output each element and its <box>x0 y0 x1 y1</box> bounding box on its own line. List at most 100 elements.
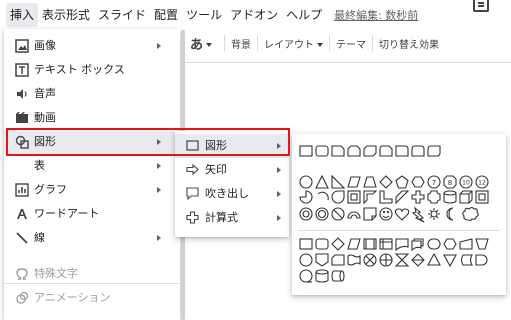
shape-plaque[interactable] <box>427 190 441 204</box>
shape-moon[interactable] <box>446 207 454 221</box>
shape-chord[interactable] <box>317 191 329 201</box>
input-tools-button[interactable]: あ <box>184 34 213 53</box>
shape-snip-round-rectangle[interactable] <box>379 145 393 157</box>
shape-cloud[interactable] <box>462 206 479 221</box>
shape-flowchart-extract[interactable] <box>427 252 441 266</box>
shape-can[interactable] <box>443 190 457 204</box>
submenu-item-shapes[interactable]: 図形 <box>175 134 289 158</box>
shape-bevel[interactable] <box>475 190 489 204</box>
shape-flowchart-internal-storage[interactable] <box>379 238 393 250</box>
shape-flowchart-multidocument[interactable] <box>411 238 424 252</box>
menu-bar: 挿入 表示形式 スライド 配置 ツール アドオン ヘルプ 最終編集: 数秒前 <box>0 0 511 30</box>
background-button[interactable]: 背景 <box>225 36 257 51</box>
shape-flowchart-collate[interactable] <box>394 253 410 267</box>
shape-flowchart-punched-tape[interactable] <box>347 254 361 266</box>
shape-cube[interactable] <box>459 190 473 204</box>
menu-item-shape[interactable]: 図形 <box>4 130 180 154</box>
shape-frame[interactable] <box>347 190 361 204</box>
shape-no-symbol[interactable] <box>315 207 329 221</box>
shape-donut[interactable] <box>299 207 313 221</box>
menu-item-wordart[interactable]: ワードアート <box>4 202 180 226</box>
shape-flowchart-sort[interactable] <box>411 253 425 267</box>
shape-octagon[interactable]: 8 <box>443 175 457 189</box>
submenu-item-equations[interactable]: 計算式 <box>175 206 289 230</box>
submenu-item-arrows[interactable]: 矢印 <box>175 158 289 182</box>
shape-right-triangle[interactable] <box>331 174 346 189</box>
shape-flowchart-sequential-access-storage[interactable] <box>299 269 313 283</box>
shape-flowchart-preparation[interactable] <box>443 238 457 250</box>
shape-heptagon[interactable]: 7 <box>427 175 441 189</box>
shape-dodecagon[interactable]: 12 <box>475 175 489 189</box>
shape-lightning-bolt[interactable] <box>411 206 425 223</box>
shape-snip-corner-rectangle[interactable] <box>331 145 345 157</box>
shape-flowchart-process[interactable] <box>299 238 313 250</box>
comment-icon[interactable] <box>473 0 489 12</box>
shape-snip-same-side-rectangle[interactable] <box>347 145 361 157</box>
shape-round-diagonal-rectangle[interactable] <box>427 145 441 157</box>
shape-flowchart-magnetic-disk[interactable] <box>315 269 329 283</box>
shape-flowchart-connector[interactable] <box>299 253 313 267</box>
menu-item-line[interactable]: 線 <box>4 226 180 250</box>
menu-item-image[interactable]: 画像 <box>4 34 180 58</box>
shape-diagonal-stripe[interactable] <box>395 190 410 205</box>
menu-slide[interactable]: スライド <box>94 3 150 27</box>
shape-flowchart-summing-junction[interactable] <box>363 253 377 267</box>
shape-flowchart-merge[interactable] <box>443 254 457 268</box>
shape-flowchart-alternate-process[interactable] <box>315 238 329 250</box>
shape-pentagon[interactable] <box>395 175 409 189</box>
shape-smiley-face[interactable] <box>379 207 393 221</box>
shape-cross[interactable] <box>411 190 425 204</box>
shape-l-shape[interactable] <box>379 190 393 204</box>
shape-trapezoid[interactable] <box>363 176 377 188</box>
shape-hexagon[interactable] <box>411 176 425 188</box>
shape-snip-diagonal-rectangle[interactable] <box>363 145 377 157</box>
shape-flowchart-offpage-connector[interactable] <box>315 253 329 267</box>
menu-addons[interactable]: アドオン <box>226 3 282 27</box>
menu-insert[interactable]: 挿入 <box>6 3 39 27</box>
shape-flowchart-terminator[interactable] <box>427 238 441 250</box>
submenu-item-label: 図形 <box>205 139 227 152</box>
shape-oval[interactable] <box>299 175 313 189</box>
shape-teardrop[interactable] <box>331 190 345 204</box>
shape-pie[interactable] <box>299 190 313 204</box>
shape-half-frame[interactable] <box>363 190 378 205</box>
shape-flowchart-predefined-process[interactable] <box>363 238 377 250</box>
submenu-item-callouts[interactable]: 吹き出し <box>175 182 289 206</box>
shape-diamond[interactable] <box>379 175 393 189</box>
theme-button[interactable]: テーマ <box>330 36 372 51</box>
shape-heart[interactable] <box>394 208 410 221</box>
shape-rectangle[interactable] <box>299 145 313 157</box>
shape-triangle[interactable] <box>315 174 329 189</box>
shape-flowchart-manual-input[interactable] <box>459 238 473 250</box>
layout-button[interactable]: レイアウト <box>258 36 329 51</box>
menu-item-video[interactable]: 動画 <box>4 106 180 130</box>
shape-flowchart-delay[interactable] <box>475 254 488 266</box>
shape-folded-corner[interactable] <box>363 207 377 221</box>
shape-round-same-side-rectangle[interactable] <box>411 145 425 157</box>
shape-flowchart-decision[interactable] <box>331 237 345 251</box>
menu-item-table[interactable]: 表 <box>4 154 180 178</box>
shape-decagon[interactable]: 10 <box>459 175 473 189</box>
shape-flowchart-manual-operation[interactable] <box>475 238 489 250</box>
shape-flowchart-data[interactable] <box>347 238 361 250</box>
menu-help[interactable]: ヘルプ <box>282 3 326 27</box>
shape-block-arc[interactable] <box>347 211 361 219</box>
menu-tools[interactable]: ツール <box>182 3 226 27</box>
shape-rounded-rectangle[interactable] <box>315 145 329 157</box>
shape-flowchart-direct-access-storage[interactable] <box>331 270 345 282</box>
menu-item-chart[interactable]: グラフ <box>4 178 180 202</box>
shape-flowchart-stored-data[interactable] <box>460 254 473 266</box>
menu-format[interactable]: 表示形式 <box>38 3 94 27</box>
menu-item-audio[interactable]: 音声 <box>4 82 180 106</box>
shape-parallelogram[interactable] <box>347 176 361 188</box>
shape-flowchart-or[interactable] <box>379 253 393 267</box>
shape-flowchart-document[interactable] <box>395 238 409 252</box>
shape-sun[interactable] <box>428 208 440 220</box>
last-edit-link[interactable]: 最終編集: 数秒前 <box>334 7 418 23</box>
menu-item-textbox[interactable]: テキスト ボックス <box>4 58 180 82</box>
transition-button[interactable]: 切り替え効果 <box>373 36 445 51</box>
shape-flowchart-card[interactable] <box>331 254 345 266</box>
shape-round-single-corner-rectangle[interactable] <box>395 145 409 157</box>
shape-no-entry[interactable] <box>331 207 345 221</box>
menu-arrange[interactable]: 配置 <box>150 3 182 27</box>
